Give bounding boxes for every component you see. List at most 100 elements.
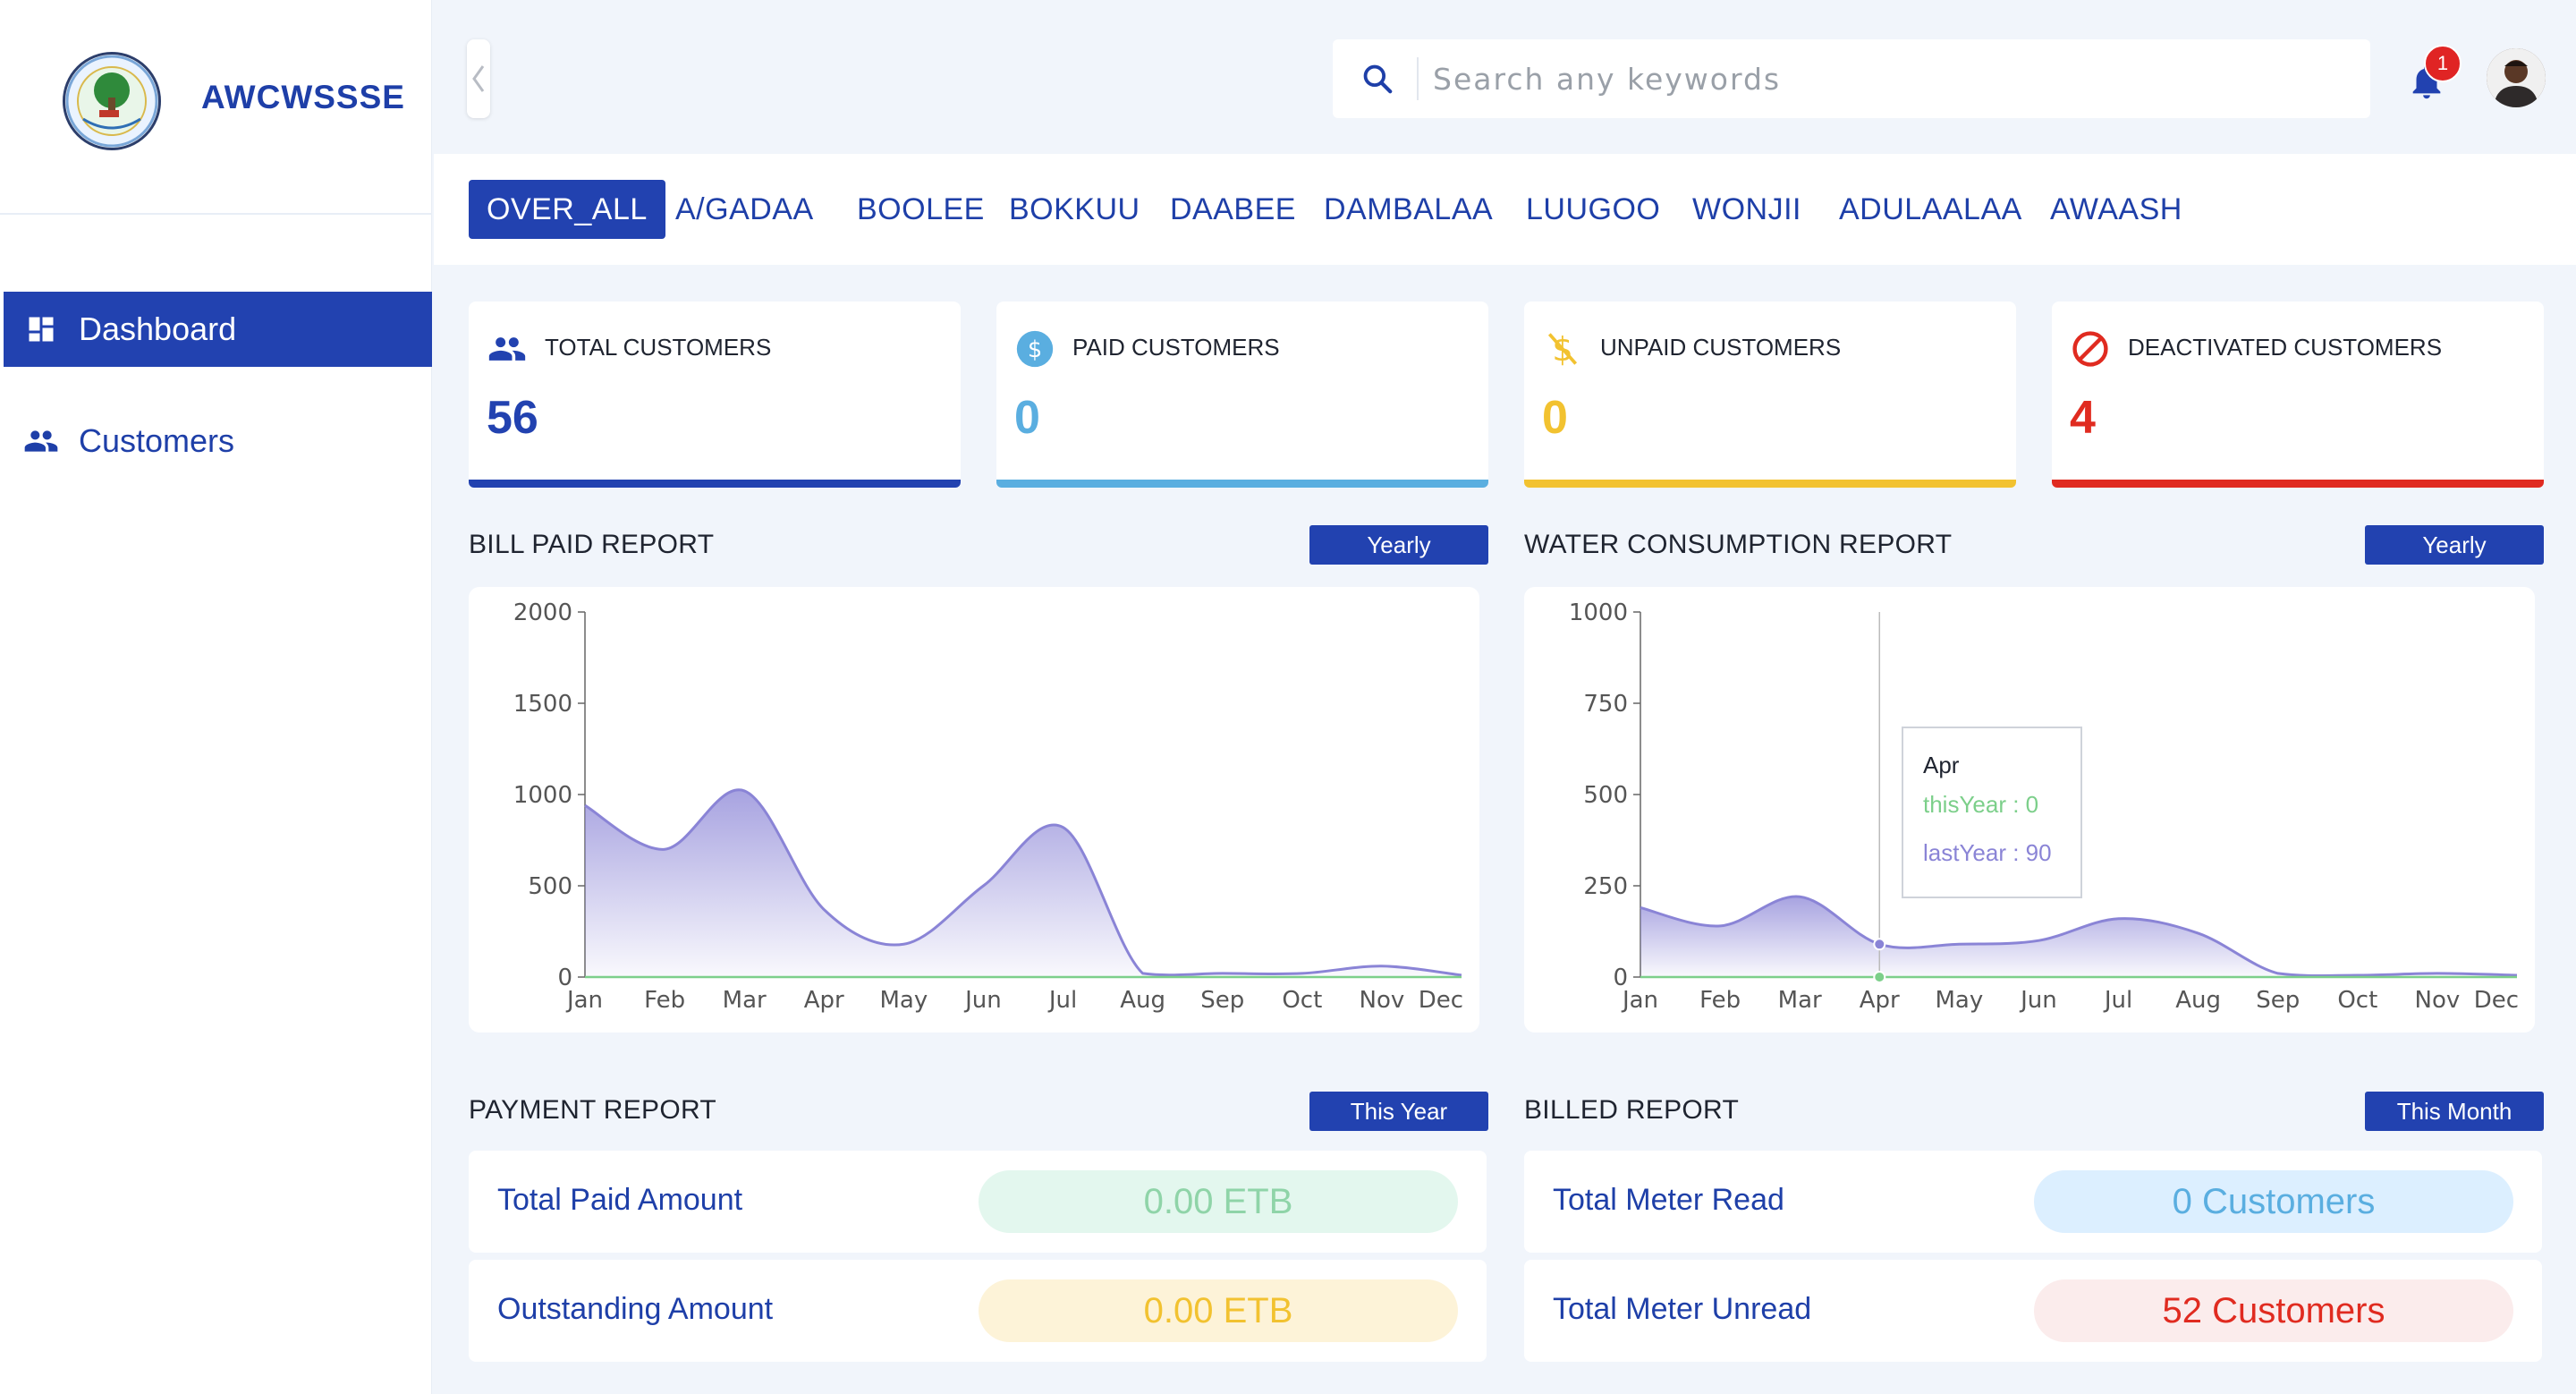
x-tick-label: Sep	[2256, 987, 2300, 1014]
chart-tooltip: Apr thisYear : 0 lastYear : 90	[1902, 727, 2082, 898]
x-tick-label: Jan	[565, 987, 603, 1014]
stat-value: 0	[1542, 392, 1568, 444]
dollar-circle-icon: $	[1014, 328, 1055, 370]
stat-card-paid-customers[interactable]: $ PAID CUSTOMERS 0	[996, 302, 1488, 488]
tab-luugoo[interactable]: LUUGOO	[1508, 180, 1678, 239]
x-tick-label: Mar	[723, 987, 767, 1014]
tab-awaash[interactable]: AWAASH	[2032, 180, 2200, 239]
billed-report-period-button[interactable]: This Month	[2365, 1092, 2544, 1131]
x-tick-label: Aug	[2175, 987, 2221, 1014]
dollar-off-icon: $	[1542, 328, 1583, 370]
sidebar-item-dashboard[interactable]: Dashboard	[4, 292, 432, 367]
total-meter-read-value: 0 Customers	[2034, 1170, 2513, 1233]
hover-point-last-year	[1873, 938, 1886, 951]
tab-adulaalaa[interactable]: ADULAALAA	[1821, 180, 2040, 239]
svg-text:$: $	[1028, 336, 1042, 363]
x-tick-label: Dec	[1419, 987, 1463, 1014]
search-input[interactable]	[1433, 61, 2238, 97]
y-tick-label: 750	[1583, 691, 1628, 718]
people-icon	[23, 423, 59, 459]
stat-accent-bar	[996, 480, 1488, 488]
x-tick-label: Aug	[1120, 987, 1165, 1014]
stat-value: 4	[2070, 392, 2096, 444]
x-tick-label: Apr	[1860, 987, 1900, 1014]
notification-count-badge: 1	[2424, 45, 2462, 82]
tab-boolee[interactable]: BOOLEE	[839, 180, 1003, 239]
stat-value: 56	[487, 392, 538, 444]
chevron-left-icon	[472, 65, 485, 92]
stat-card-deactivated-customers[interactable]: DEACTIVATED CUSTOMERS 4	[2052, 302, 2544, 488]
sidebar-item-label: Dashboard	[79, 310, 237, 347]
user-avatar[interactable]	[2487, 48, 2546, 107]
x-tick-label: Jun	[2019, 987, 2057, 1014]
tooltip-last-year: lastYear : 90	[1923, 839, 2052, 866]
water-consumption-report-title: WATER CONSUMPTION REPORT	[1524, 530, 1953, 559]
stat-label: DEACTIVATED CUSTOMERS	[2128, 334, 2443, 361]
y-tick-label: 250	[1583, 873, 1628, 900]
block-icon	[2070, 328, 2111, 370]
stat-accent-bar	[2052, 480, 2544, 488]
y-tick-label: 1000	[1569, 599, 1628, 626]
bill-report-period-button[interactable]: Yearly	[1309, 525, 1488, 565]
stat-accent-bar	[469, 480, 961, 488]
y-tick-label: 1000	[513, 782, 572, 809]
collapse-sidebar-button[interactable]	[467, 39, 490, 118]
dashboard-icon	[23, 311, 59, 347]
water-report-period-button[interactable]: Yearly	[2365, 525, 2544, 565]
search-bar	[1333, 39, 2370, 118]
total-paid-amount-row: Total Paid Amount 0.00 ETB	[469, 1151, 1487, 1253]
stat-card-unpaid-customers[interactable]: $ UNPAID CUSTOMERS 0	[1524, 302, 2016, 488]
tab-a-gadaa[interactable]: A/GADAA	[657, 180, 832, 239]
payment-report-title: PAYMENT REPORT	[469, 1095, 717, 1125]
x-tick-label: Sep	[1200, 987, 1244, 1014]
total-meter-unread-value: 52 Customers	[2034, 1279, 2513, 1342]
company-logo	[63, 52, 161, 150]
total-meter-unread-row: Total Meter Unread 52 Customers	[1524, 1260, 2542, 1362]
tab-daabee[interactable]: DAABEE	[1152, 180, 1314, 239]
sidebar: AWCWSSSE Dashboard Customers	[0, 0, 432, 1394]
x-tick-label: Nov	[1360, 987, 1405, 1014]
x-tick-label: May	[879, 987, 928, 1014]
x-tick-label: Feb	[1699, 987, 1741, 1014]
y-tick-label: 500	[528, 873, 572, 900]
tab-wonjii[interactable]: WONJII	[1674, 180, 1819, 239]
search-icon[interactable]	[1333, 39, 1404, 118]
row-label: Outstanding Amount	[497, 1292, 774, 1326]
x-tick-label: Apr	[804, 987, 844, 1014]
stat-label: PAID CUSTOMERS	[1072, 334, 1280, 361]
x-tick-label: Oct	[1282, 987, 1322, 1014]
outstanding-amount-value: 0.00 ETB	[979, 1279, 1458, 1342]
outstanding-amount-row: Outstanding Amount 0.00 ETB	[469, 1260, 1487, 1362]
x-tick-label: May	[1935, 987, 1983, 1014]
payment-report-period-button[interactable]: This Year	[1309, 1092, 1488, 1131]
x-tick-label: Jul	[1047, 987, 1077, 1014]
x-tick-label: Dec	[2474, 987, 2519, 1014]
tooltip-this-year: thisYear : 0	[1923, 791, 2039, 818]
hover-point-this-year	[1873, 971, 1886, 983]
total-paid-amount-value: 0.00 ETB	[979, 1170, 1458, 1233]
bill-paid-chart: 0 500 1000 1500 2000 Jan Feb Mar Apr May Jun Jul Aug…	[469, 587, 1479, 1033]
tab-over-all[interactable]: OVER_ALL	[469, 180, 665, 239]
people-icon	[487, 328, 528, 370]
y-tick-label: 500	[1583, 782, 1628, 809]
x-tick-label: Jan	[1621, 987, 1658, 1014]
row-label: Total Paid Amount	[497, 1183, 743, 1217]
sidebar-item-label: Customers	[79, 422, 235, 459]
billed-report-title: BILLED REPORT	[1524, 1095, 1740, 1125]
x-tick-label: Oct	[2337, 987, 2377, 1014]
search-divider	[1417, 57, 1419, 100]
x-tick-label: Jun	[963, 987, 1002, 1014]
tab-dambalaa[interactable]: DAMBALAA	[1306, 180, 1511, 239]
row-label: Total Meter Read	[1553, 1183, 1784, 1217]
stat-label: UNPAID CUSTOMERS	[1600, 334, 1842, 361]
y-tick-label: 1500	[513, 691, 572, 718]
y-tick-label: 2000	[513, 599, 572, 626]
brand-header: AWCWSSSE	[0, 0, 432, 215]
tab-bokkuu[interactable]: BOKKUU	[991, 180, 1158, 239]
tooltip-month: Apr	[1923, 752, 1960, 778]
stat-card-total-customers[interactable]: TOTAL CUSTOMERS 56	[469, 302, 961, 488]
row-label: Total Meter Unread	[1553, 1292, 1812, 1326]
sidebar-item-customers[interactable]: Customers	[4, 404, 432, 479]
bill-paid-report-title: BILL PAID REPORT	[469, 530, 715, 559]
total-meter-read-row: Total Meter Read 0 Customers	[1524, 1151, 2542, 1253]
